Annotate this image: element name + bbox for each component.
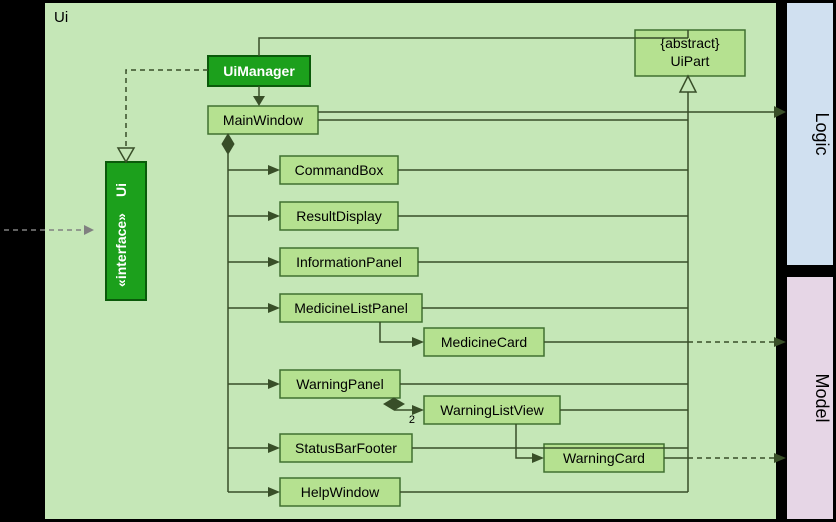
svg-text:«interface»: «interface» — [113, 213, 129, 287]
warnpanel-class: WarningPanel — [280, 370, 400, 398]
svg-text:MainWindow: MainWindow — [223, 112, 304, 128]
uimanager-class: UiManager — [208, 56, 310, 86]
svg-text:Ui: Ui — [113, 183, 129, 197]
svg-text:UiManager: UiManager — [223, 63, 295, 79]
svg-text:MedicineCard: MedicineCard — [441, 334, 527, 350]
medlistpanel-class: MedicineListPanel — [280, 294, 422, 322]
medcard-class: MedicineCard — [424, 328, 544, 356]
resultdisplay-class: ResultDisplay — [280, 202, 398, 230]
svg-text:MedicineListPanel: MedicineListPanel — [294, 300, 408, 316]
model-label: Model — [812, 373, 832, 422]
svg-text:CommandBox: CommandBox — [295, 162, 384, 178]
uipart-class: {abstract} UiPart — [635, 30, 745, 76]
svg-text:ResultDisplay: ResultDisplay — [296, 208, 382, 224]
svg-text:2: 2 — [409, 414, 415, 426]
commandbox-class: CommandBox — [280, 156, 398, 184]
helpwindow-class: HelpWindow — [280, 478, 400, 506]
svg-text:HelpWindow: HelpWindow — [301, 484, 380, 500]
logic-label: Logic — [812, 112, 832, 155]
svg-text:WarningListView: WarningListView — [440, 402, 544, 418]
statusbar-class: StatusBarFooter — [280, 434, 412, 462]
ui-package-label: Ui — [54, 9, 68, 26]
infopanel-class: InformationPanel — [280, 248, 418, 276]
warnlistview-class: WarningListView — [424, 396, 560, 424]
svg-text:WarningPanel: WarningPanel — [296, 376, 383, 392]
svg-text:InformationPanel: InformationPanel — [296, 254, 402, 270]
mainwindow-class: MainWindow — [208, 106, 318, 134]
svg-text:UiPart: UiPart — [671, 53, 710, 69]
svg-text:WarningCard: WarningCard — [563, 450, 645, 466]
ui-interface-class: «interface» Ui — [106, 162, 146, 300]
svg-text:StatusBarFooter: StatusBarFooter — [295, 440, 397, 456]
